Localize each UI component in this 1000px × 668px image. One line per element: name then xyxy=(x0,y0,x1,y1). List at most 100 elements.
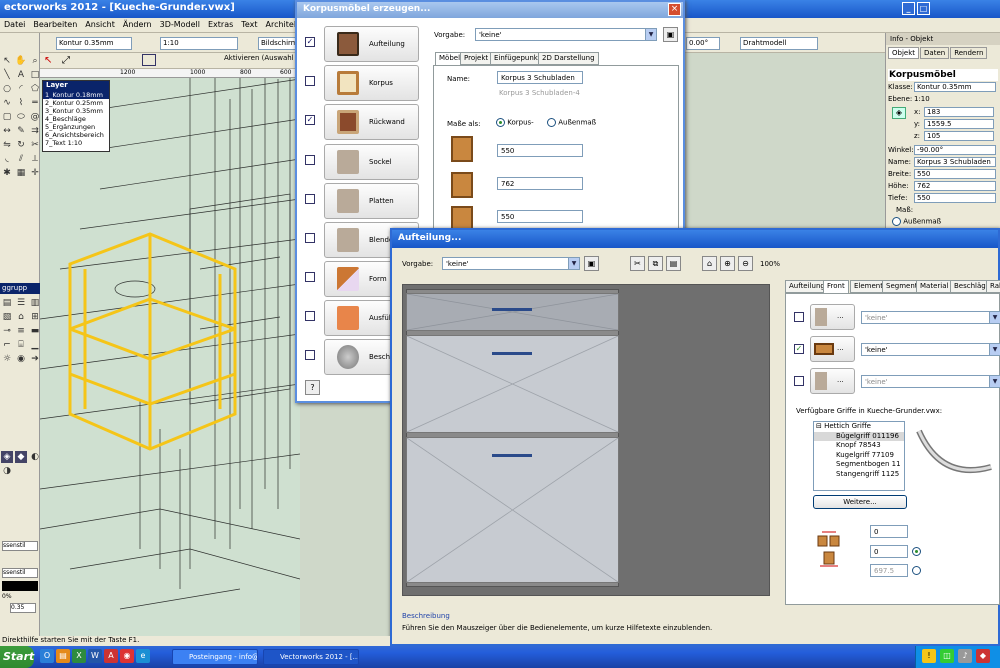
maximize-button[interactable]: □ xyxy=(917,2,930,15)
pen-style-field[interactable]: ssenstil xyxy=(2,568,38,578)
x-field[interactable] xyxy=(924,107,994,117)
front-select[interactable]: 'keine' ▼ xyxy=(861,342,1000,356)
korpus-button[interactable]: Korpus xyxy=(324,65,419,101)
tab-einfuegepunkt[interactable]: Einfügepunkt xyxy=(490,52,545,65)
drawing-canvas[interactable] xyxy=(40,69,300,646)
explorer-icon[interactable]: e xyxy=(136,649,150,663)
mirror-tool-icon[interactable]: ⇋ xyxy=(1,139,13,151)
oval-tool-icon[interactable]: ⬭ xyxy=(15,111,27,123)
freehand-tool-icon[interactable]: ∿ xyxy=(1,97,13,109)
klasse-field[interactable] xyxy=(914,82,996,92)
layer-item[interactable]: 7_Text 1:10 xyxy=(43,139,109,147)
layer-item[interactable]: 1_Kontur 0.18mm xyxy=(43,91,109,99)
cabinet-tool-icon[interactable]: ▤ xyxy=(1,297,13,309)
network-icon[interactable]: ◫ xyxy=(940,649,954,663)
offset-bottom-radio[interactable] xyxy=(912,566,921,575)
line-tool-icon[interactable]: ╲ xyxy=(1,69,13,81)
drawer-front[interactable] xyxy=(406,335,619,433)
sockel-checkbox[interactable] xyxy=(305,155,315,165)
aussenmass-radio[interactable] xyxy=(892,217,901,226)
chevron-down-icon[interactable]: ▼ xyxy=(989,375,1000,387)
front-preview[interactable] xyxy=(402,284,770,596)
aufteilung-button[interactable]: Aufteilung xyxy=(324,26,419,62)
tab-daten[interactable]: Daten xyxy=(920,47,950,59)
breite-field[interactable]: 550 xyxy=(497,144,583,157)
eyedropper-tool-icon[interactable]: ✎ xyxy=(15,125,27,137)
tiefe-field[interactable]: 550 xyxy=(497,210,583,223)
task-outlook[interactable]: Posteingang - info@g... xyxy=(172,649,258,665)
vorgabe-select[interactable]: 'keine' ▼ xyxy=(475,28,657,41)
korpus-checkbox[interactable] xyxy=(305,76,315,86)
name-field[interactable] xyxy=(914,157,996,167)
pointer-icon[interactable]: ↖ xyxy=(44,55,52,66)
selection-tool-icon[interactable]: ↖ xyxy=(1,55,13,67)
offset-top-field[interactable]: 0 xyxy=(870,525,908,538)
excel-icon[interactable]: X xyxy=(72,649,86,663)
winkel-field[interactable] xyxy=(914,145,996,155)
tree-leaf[interactable]: Segmentbogen 11 xyxy=(814,460,904,470)
tree-leaf[interactable]: Knopf 78543 xyxy=(814,441,904,451)
origin-icon[interactable]: ◈ xyxy=(892,107,906,119)
rotate-tool-icon[interactable]: ↻ xyxy=(15,139,27,151)
front-style-button[interactable]: ... xyxy=(810,336,855,362)
front-select[interactable]: 'keine' ▼ xyxy=(861,374,1000,388)
symbol-tool-icon[interactable]: ✱ xyxy=(1,167,13,179)
paste-icon[interactable]: ▤ xyxy=(666,256,681,271)
tree-leaf[interactable]: Stangengriff 1125 xyxy=(814,470,904,480)
shelf-tool-icon[interactable]: ≡ xyxy=(15,325,27,337)
pan-tool-icon[interactable]: ✋ xyxy=(15,55,27,67)
menu-3d-modell[interactable]: 3D-Modell xyxy=(160,20,200,30)
outlook-icon[interactable]: O xyxy=(40,649,54,663)
word-icon[interactable]: W xyxy=(88,649,102,663)
front-checkbox[interactable] xyxy=(794,376,804,386)
text-tool-icon[interactable]: A xyxy=(15,69,27,81)
korpus-radio[interactable] xyxy=(496,118,505,127)
weitere-button[interactable]: Weitere... xyxy=(813,495,907,509)
layer-item[interactable]: 6_Ansichtsbereich xyxy=(43,131,109,139)
polyline-tool-icon[interactable]: ⌇ xyxy=(15,97,27,109)
aussenmass-option[interactable]: Außenmaß xyxy=(892,217,941,226)
chevron-down-icon[interactable]: ▼ xyxy=(989,311,1000,323)
ausfuehrung-checkbox[interactable] xyxy=(305,311,315,321)
security-icon[interactable]: ◆ xyxy=(976,649,990,663)
render-mode-select[interactable]: Drahtmodell xyxy=(740,37,818,50)
name-field[interactable]: Korpus 3 Schubladen xyxy=(497,71,583,84)
layer-item[interactable]: 2_Kontur 0.25mm xyxy=(43,99,109,107)
chevron-down-icon[interactable]: ▼ xyxy=(645,29,656,40)
hinge-tool-icon[interactable]: ⌐ xyxy=(1,339,13,351)
door-tool-icon[interactable]: ⌂ xyxy=(15,311,27,323)
stair-tool-icon[interactable]: ⌸ xyxy=(15,339,27,351)
menu-text[interactable]: Text xyxy=(241,20,257,30)
cut-icon[interactable]: ✂ xyxy=(630,256,645,271)
tree-leaf[interactable]: Kugelgriff 77109 xyxy=(814,451,904,461)
sockel-button[interactable]: Sockel xyxy=(324,144,419,180)
browser-icon[interactable]: ◉ xyxy=(120,649,134,663)
acrobat-icon[interactable]: A xyxy=(104,649,118,663)
menu-bearbeiten[interactable]: Bearbeiten xyxy=(33,20,77,30)
wall-tool-icon[interactable]: ▧ xyxy=(1,311,13,323)
tree-node[interactable]: ⊟ Hettich Griffe xyxy=(814,422,904,432)
class-select[interactable]: Kontur 0.35mm xyxy=(56,37,132,50)
circle-tool-icon[interactable]: ○ xyxy=(1,83,13,95)
front-checkbox[interactable] xyxy=(794,312,804,322)
offset-middle-field[interactable]: 0 xyxy=(870,545,908,558)
offset-bottom-field[interactable]: 697.5 xyxy=(870,564,908,577)
zoom-in-icon[interactable]: ⊕ xyxy=(720,256,735,271)
line-thickness-field[interactable]: 0.35 xyxy=(10,603,36,613)
front-style-button[interactable]: ... xyxy=(810,304,855,330)
save-preset-icon[interactable]: ▣ xyxy=(663,27,678,42)
drawer-front[interactable] xyxy=(406,293,619,331)
z-field[interactable] xyxy=(924,131,994,141)
griffe-tree[interactable]: ⊟ Hettich Griffe Bügelgriff 011196 Knopf… xyxy=(813,421,905,491)
task-vectorworks[interactable]: Vectorworks 2012 - [... xyxy=(263,649,359,665)
aussen-radio[interactable] xyxy=(547,118,556,127)
form-checkbox[interactable] xyxy=(305,272,315,282)
tab-rahmen[interactable]: Rahm xyxy=(986,280,1000,293)
camera-tool-icon[interactable]: ◉ xyxy=(15,353,27,365)
hoehe-field[interactable]: 762 xyxy=(497,177,583,190)
tab-material[interactable]: Material xyxy=(916,280,953,293)
zoom-tool-icon[interactable]: ⌕ xyxy=(29,55,41,67)
copy-icon[interactable]: ⧉ xyxy=(648,256,663,271)
offset-middle-radio[interactable] xyxy=(912,547,921,556)
aufteilung-checkbox[interactable]: ✓ xyxy=(305,37,315,47)
